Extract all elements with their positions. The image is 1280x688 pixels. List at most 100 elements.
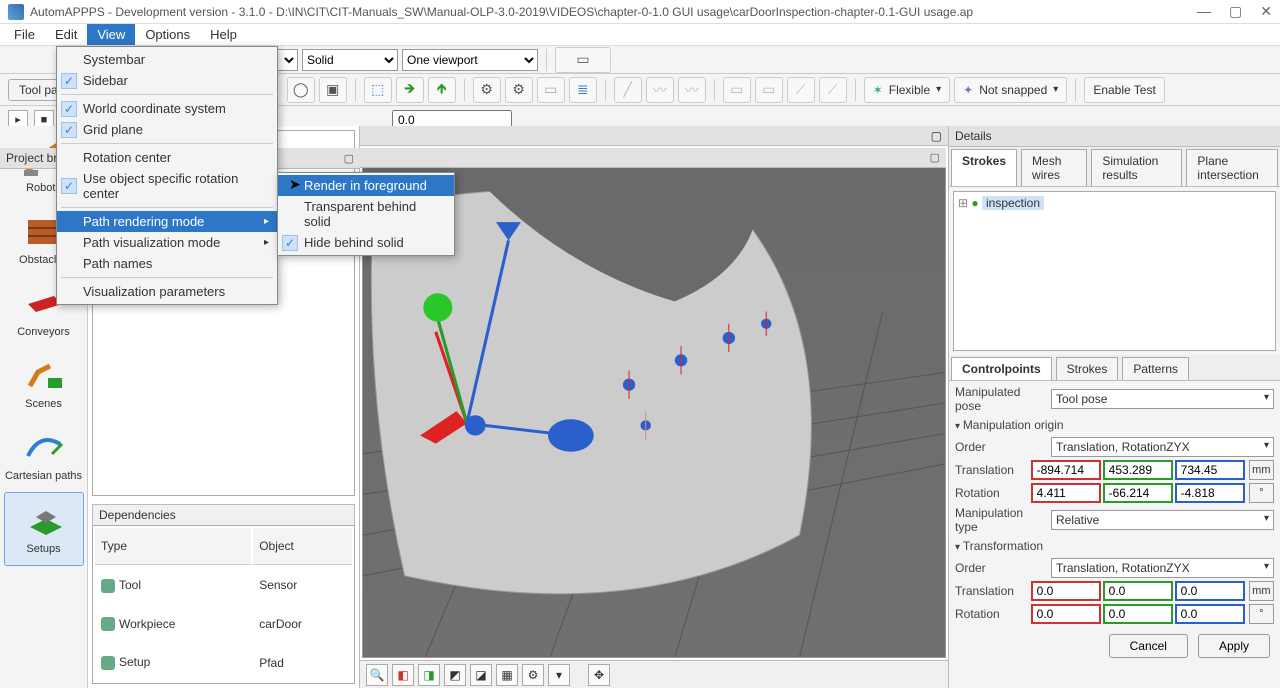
- trans-y[interactable]: [1103, 460, 1173, 480]
- tab-controlpoints[interactable]: Controlpoints: [951, 357, 1052, 380]
- tab-patterns[interactable]: Patterns: [1122, 357, 1189, 380]
- menu-help[interactable]: Help: [200, 24, 247, 45]
- submenu-hide-behind[interactable]: ✓Hide behind solid: [278, 232, 454, 253]
- enable-test-button[interactable]: Enable Test: [1084, 77, 1165, 103]
- tab-mesh[interactable]: Mesh wires: [1021, 149, 1087, 186]
- submenu-transparent[interactable]: Transparent behind solid: [278, 196, 454, 232]
- tool-icon-3[interactable]: ⬚: [364, 77, 392, 103]
- tool-icon-5[interactable]: 🡹: [428, 77, 456, 103]
- trans2-z[interactable]: [1175, 581, 1245, 601]
- snap-dropdown[interactable]: ✦Not snapped▾: [954, 77, 1067, 103]
- menu-edit[interactable]: Edit: [45, 24, 87, 45]
- menu-grid[interactable]: ✓Grid plane: [57, 119, 277, 140]
- view-dropdown[interactable]: ▾: [548, 664, 570, 686]
- thumbnail-button[interactable]: ▭: [555, 47, 611, 73]
- menu-options[interactable]: Options: [135, 24, 200, 45]
- tool-icon-9[interactable]: ≣: [569, 77, 597, 103]
- viewport-toolbar: 🔍 ◧ ◨ ◩ ◪ ▦ ⚙ ▾ ✥: [360, 660, 948, 688]
- minimize-button[interactable]: —: [1197, 3, 1211, 20]
- menu-path-render[interactable]: Path rendering mode▸: [57, 211, 277, 232]
- tab-strokes[interactable]: Strokes: [951, 149, 1017, 186]
- viewport-title-strip: ▢: [360, 148, 946, 168]
- label-rotation2: Rotation: [955, 607, 1027, 621]
- menu-view[interactable]: View: [87, 24, 135, 45]
- tool-icon-13[interactable]: ▭: [723, 77, 751, 103]
- section-manip-origin[interactable]: Manipulation origin: [955, 416, 1274, 434]
- tool-icon-4[interactable]: 🡺: [396, 77, 424, 103]
- sidebar-item-setups[interactable]: Setups: [4, 492, 84, 566]
- order-select-2[interactable]: Translation, RotationZYX▾: [1051, 558, 1274, 578]
- menu-vis-params[interactable]: Visualization parameters: [57, 281, 277, 302]
- rot-y[interactable]: [1103, 483, 1173, 503]
- menu-path-vis[interactable]: Path visualization mode▸: [57, 232, 277, 253]
- rot2-y[interactable]: [1103, 604, 1173, 624]
- tool-icon-15[interactable]: ⟋: [787, 77, 815, 103]
- tool-icon-14[interactable]: ▭: [755, 77, 783, 103]
- col-type[interactable]: Type: [95, 528, 251, 565]
- viewport-combo[interactable]: One viewport: [402, 49, 538, 71]
- strokes-tree[interactable]: ⊞ ● inspection: [953, 191, 1276, 351]
- rot2-x[interactable]: [1031, 604, 1101, 624]
- submenu-render-foreground[interactable]: Render in foreground: [278, 175, 454, 196]
- menu-worldcs[interactable]: ✓World coordinate system: [57, 98, 277, 119]
- trans-x[interactable]: [1031, 460, 1101, 480]
- manip-pose-select[interactable]: Tool pose▾: [1051, 389, 1274, 409]
- menu-sidebar[interactable]: ✓Sidebar: [57, 70, 277, 91]
- rot2-z[interactable]: [1175, 604, 1245, 624]
- tree-item-inspection[interactable]: inspection: [982, 196, 1044, 210]
- order-select[interactable]: Translation, RotationZYX▾: [1051, 437, 1274, 457]
- trans2-y[interactable]: [1103, 581, 1173, 601]
- manip-type-select[interactable]: Relative▾: [1051, 510, 1274, 530]
- window-title: AutomAPPPS - Development version - 3.1.0…: [30, 5, 973, 19]
- menu-rotcenter[interactable]: Rotation center: [57, 147, 277, 168]
- tool-icon-8[interactable]: ▭: [537, 77, 565, 103]
- view-cube-4[interactable]: ◪: [470, 664, 492, 686]
- flexible-dropdown[interactable]: ✶Flexible▾: [864, 77, 950, 103]
- apply-button[interactable]: Apply: [1198, 634, 1270, 658]
- menu-path-names[interactable]: Path names: [57, 253, 277, 274]
- check-icon: ✓: [282, 235, 298, 251]
- maximize-button[interactable]: ▢: [1229, 3, 1242, 20]
- tool-icon-16[interactable]: ⟋: [819, 77, 847, 103]
- rot-z[interactable]: [1175, 483, 1245, 503]
- section-transformation[interactable]: Transformation: [955, 537, 1274, 555]
- view-cube-3[interactable]: ◩: [444, 664, 466, 686]
- tool-icon-1[interactable]: ◯: [287, 77, 315, 103]
- unit-deg[interactable]: °: [1249, 483, 1274, 503]
- rot-x[interactable]: [1031, 483, 1101, 503]
- unit-deg2[interactable]: °: [1249, 604, 1274, 624]
- tab-strokes2[interactable]: Strokes: [1056, 357, 1119, 380]
- shading-combo[interactable]: Solid: [302, 49, 398, 71]
- menu-systembar[interactable]: Systembar: [57, 49, 277, 70]
- cursor-icon[interactable]: ✥: [588, 664, 610, 686]
- path-render-submenu: Render in foreground Transparent behind …: [277, 172, 455, 256]
- tool-icon-12[interactable]: 〰: [678, 77, 706, 103]
- view-cube-5[interactable]: ▦: [496, 664, 518, 686]
- unit-mm2[interactable]: mm: [1249, 581, 1274, 601]
- trans2-x[interactable]: [1031, 581, 1101, 601]
- tool-icon-2[interactable]: ▣: [319, 77, 347, 103]
- tool-icon-6[interactable]: ⚙: [473, 77, 501, 103]
- unit-mm[interactable]: mm: [1249, 460, 1274, 480]
- view-cube-2[interactable]: ◨: [418, 664, 440, 686]
- cancel-button[interactable]: Cancel: [1109, 634, 1188, 658]
- tool-icon-11[interactable]: 〰: [646, 77, 674, 103]
- menu-file[interactable]: File: [4, 24, 45, 45]
- table-row[interactable]: ToolSensor: [95, 567, 352, 604]
- zoom-icon[interactable]: 🔍: [366, 664, 388, 686]
- label-manip-type: Manipulation type: [955, 506, 1047, 534]
- menu-objrot[interactable]: ✓Use object specific rotation center: [57, 168, 277, 204]
- tool-icon-7[interactable]: ⚙: [505, 77, 533, 103]
- col-object[interactable]: Object: [253, 528, 352, 565]
- tab-sim[interactable]: Simulation results: [1091, 149, 1182, 186]
- tool-icon-10[interactable]: ╱: [614, 77, 642, 103]
- table-row[interactable]: SetupPfad: [95, 644, 352, 681]
- sidebar-item-paths[interactable]: Cartesian paths: [4, 420, 84, 492]
- close-button[interactable]: ✕: [1260, 3, 1272, 20]
- trans-z[interactable]: [1175, 460, 1245, 480]
- table-row[interactable]: WorkpiececarDoor: [95, 606, 352, 643]
- sidebar-item-scenes[interactable]: Scenes: [4, 348, 84, 420]
- tab-plane[interactable]: Plane intersection: [1186, 149, 1278, 186]
- view-cube-6[interactable]: ⚙: [522, 664, 544, 686]
- view-cube-1[interactable]: ◧: [392, 664, 414, 686]
